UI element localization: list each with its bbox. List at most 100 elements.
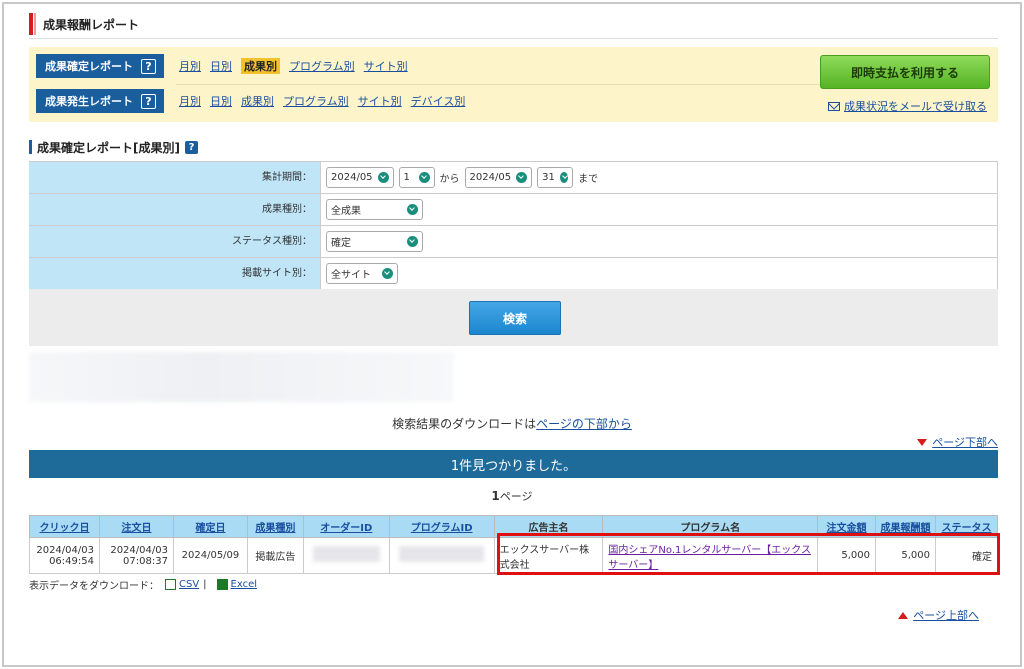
mail-report-link-text[interactable]: 成果状況をメールで受け取る	[844, 98, 987, 114]
cell-order-id	[302, 537, 390, 574]
program-id-redacted	[399, 546, 484, 562]
generated-link-by-device[interactable]: デバイス別	[411, 93, 466, 109]
header-order-id[interactable]: オーダーID	[302, 515, 390, 538]
table-row: 2024/04/03 06:49:54 2024/04/03 07:08:37 20…	[29, 537, 999, 574]
filter-row-type: 成果種別： 全成果	[29, 194, 998, 226]
confirmed-link-daily[interactable]: 日別	[210, 58, 232, 74]
download-row: 表示データをダウンロード： CSV | Excel	[29, 577, 257, 592]
header-program-name: プログラム名	[602, 515, 819, 538]
page-top-link-text[interactable]: ページ上部へ	[913, 607, 979, 623]
period-label: 集計期間：	[29, 162, 320, 193]
cell-advertiser: エックスサーバー株式会社	[493, 537, 604, 574]
table-header-row: クリック日 注文日 確定日 成果種別 オーダーID プログラムID 広告主名 プ…	[29, 515, 999, 538]
download-note-text: 検索結果のダウンロードは	[392, 417, 537, 431]
title-accent-bar-light	[34, 13, 36, 35]
order-time: 07:08:37	[123, 555, 168, 567]
page-indicator: 1ページ	[0, 488, 1024, 504]
download-label: 表示データをダウンロード：	[29, 581, 159, 592]
cell-order-date: 2024/04/03 07:08:37	[98, 537, 174, 574]
result-count-banner: 1件見つかりました。	[29, 450, 998, 478]
header-order-date[interactable]: 注文日	[98, 515, 174, 538]
search-area: 検索	[29, 289, 998, 346]
excel-download-link[interactable]: Excel	[231, 579, 258, 590]
download-separator: |	[203, 579, 207, 590]
search-button[interactable]: 検索	[469, 301, 561, 335]
report-nav-panel: 成果確定レポート ? 月別 日別 成果別 プログラム別 サイト別 成果発生レポー…	[29, 47, 998, 122]
excel-icon	[216, 579, 228, 590]
filter-row-status: ステータス種別： 確定	[29, 226, 998, 258]
cell-status: 確定	[934, 537, 999, 574]
generated-link-by-site[interactable]: サイト別	[358, 93, 402, 109]
help-icon[interactable]: ?	[141, 58, 156, 74]
confirmed-report-row: 成果確定レポート ? 月別 日別 成果別 プログラム別 サイト別	[36, 54, 417, 78]
page-number: 1	[491, 489, 500, 503]
cell-confirm-date: 2024/05/09	[172, 537, 248, 574]
generated-link-monthly[interactable]: 月別	[179, 93, 201, 109]
header-reward[interactable]: 成果報酬額	[875, 515, 936, 538]
period-from-day-value: 1	[403, 172, 410, 183]
section-title-text: 成果確定レポート[成果別]	[37, 140, 180, 155]
type-label: 成果種別：	[29, 194, 320, 225]
order-id-redacted	[312, 546, 380, 562]
generated-report-row: 成果発生レポート ? 月別 日別 成果別 プログラム別 サイト別 デバイス別	[36, 89, 474, 113]
cell-order-amount: 5,000	[817, 537, 877, 574]
header-result-type[interactable]: 成果種別	[246, 515, 304, 538]
site-select[interactable]: 全サイト	[326, 263, 398, 284]
confirmed-link-by-program[interactable]: プログラム別	[289, 58, 355, 74]
csv-download-link[interactable]: CSV	[179, 579, 199, 590]
period-to-month-select[interactable]: 2024/05	[464, 167, 533, 188]
generated-link-daily[interactable]: 日別	[210, 93, 232, 109]
cell-program-name: 国内シェアNo.1レンタルサーバー【エックスサーバー】	[602, 537, 819, 574]
confirmed-report-label: 成果確定レポート ?	[36, 54, 164, 78]
site-label: 掲載サイト別：	[29, 258, 320, 289]
period-to-day-value: 31	[542, 172, 555, 183]
generated-link-by-result[interactable]: 成果別	[241, 93, 274, 109]
download-note-link[interactable]: ページの下部から	[536, 417, 632, 431]
chevron-down-icon	[407, 204, 418, 215]
confirmed-link-by-site[interactable]: サイト別	[364, 58, 408, 74]
period-to-day-select[interactable]: 31	[537, 167, 574, 188]
result-type-select[interactable]: 全成果	[326, 199, 423, 220]
page-top-link[interactable]: ページ上部へ	[898, 607, 979, 623]
chevron-down-icon	[407, 236, 418, 247]
generated-report-label: 成果発生レポート ?	[36, 89, 164, 113]
type-fields: 全成果	[320, 194, 998, 225]
status-value: 確定	[331, 238, 351, 249]
help-icon[interactable]: ?	[184, 140, 198, 154]
chevron-down-icon	[377, 172, 389, 183]
page-bottom-link-text[interactable]: ページ下部へ	[932, 434, 998, 450]
filter-row-period: 集計期間： 2024/05 1 から 2024/05 31 まで	[29, 162, 998, 194]
click-date: 2024/04/03	[36, 544, 94, 556]
status-fields: 確定	[320, 226, 998, 257]
confirmed-report-label-text: 成果確定レポート	[45, 60, 133, 73]
cell-click-date: 2024/04/03 06:49:54	[29, 537, 100, 574]
period-fields: 2024/05 1 から 2024/05 31 まで	[320, 162, 998, 193]
instant-payment-button[interactable]: 即時支払を利用する	[820, 55, 990, 89]
triangle-up-icon	[898, 611, 909, 619]
confirmed-link-monthly[interactable]: 月別	[179, 58, 201, 74]
header-status[interactable]: ステータス	[934, 515, 999, 538]
header-program-id[interactable]: プログラムID	[388, 515, 495, 538]
site-value: 全サイト	[331, 270, 371, 281]
title-accent-bar	[29, 13, 33, 35]
header-click-date[interactable]: クリック日	[29, 515, 100, 538]
chevron-down-icon	[516, 172, 528, 183]
period-from-day-select[interactable]: 1	[398, 167, 435, 188]
confirmed-link-by-result[interactable]: 成果別	[241, 58, 280, 74]
blurred-region	[29, 352, 454, 402]
generated-link-by-program[interactable]: プログラム別	[283, 93, 349, 109]
page-bottom-link[interactable]: ページ下部へ	[917, 434, 998, 450]
header-confirm-date[interactable]: 確定日	[172, 515, 248, 538]
mail-report-link[interactable]: 成果状況をメールで受け取る	[828, 98, 987, 114]
period-from-month-select[interactable]: 2024/05	[326, 167, 394, 188]
result-type-value: 全成果	[331, 206, 361, 217]
results-table: クリック日 注文日 確定日 成果種別 オーダーID プログラムID 広告主名 プ…	[29, 515, 999, 574]
program-name-link[interactable]: 国内シェアNo.1レンタルサーバー【エックスサーバー】	[608, 545, 811, 571]
header-order-amount[interactable]: 注文金額	[817, 515, 877, 538]
site-fields: 全サイト	[320, 258, 998, 289]
page-title: 成果報酬レポート	[29, 13, 998, 39]
status-select[interactable]: 確定	[326, 231, 423, 252]
help-icon[interactable]: ?	[141, 93, 156, 109]
from-text: から	[439, 174, 460, 185]
triangle-down-icon	[917, 438, 928, 446]
